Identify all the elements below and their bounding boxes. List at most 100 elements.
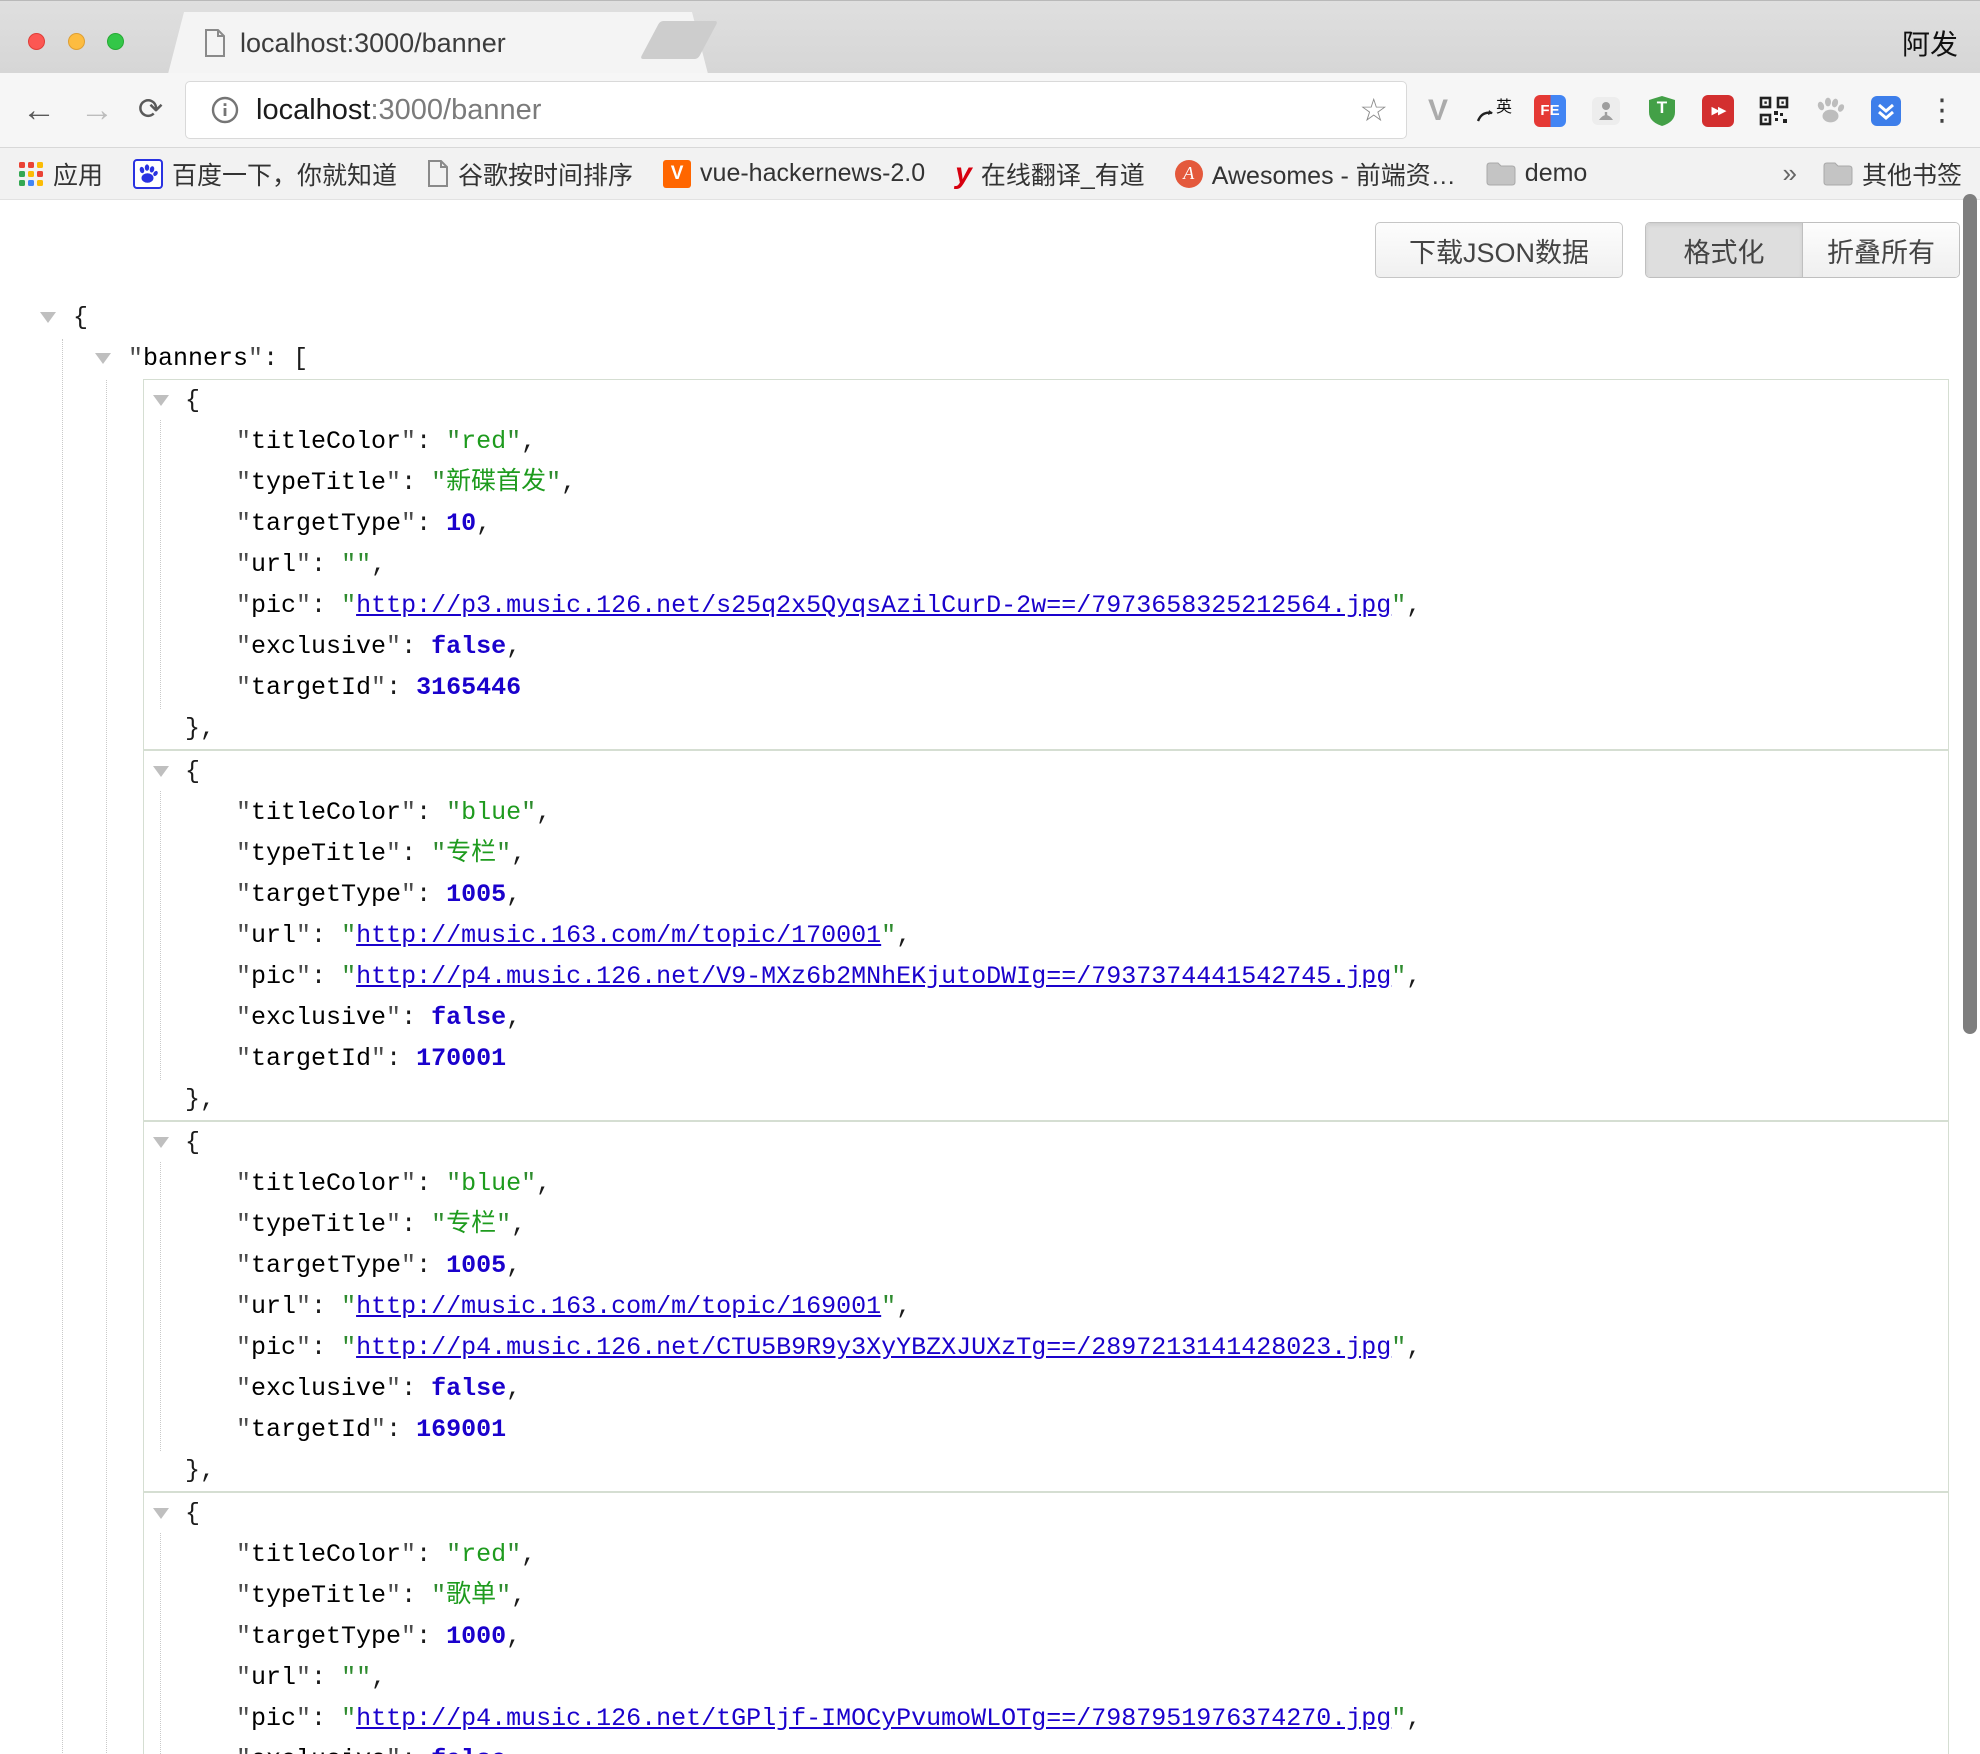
- json-line: {: [144, 751, 1948, 792]
- json-token: ": [296, 921, 311, 950]
- json-url-link[interactable]: http://p4.music.126.net/tGPljf-IMOCyPvum…: [356, 1704, 1391, 1733]
- json-line: "typeTitle": "专栏",: [144, 1204, 1948, 1245]
- json-token: :: [311, 1292, 341, 1321]
- bookmark-vue-hackernews[interactable]: V vue-hackernews-2.0: [663, 159, 925, 188]
- page-info-icon[interactable]: [210, 95, 240, 125]
- profile-name[interactable]: 阿发: [1902, 23, 1958, 63]
- vue-devtools-icon[interactable]: V: [1420, 93, 1456, 129]
- json-token: :: [416, 1169, 446, 1198]
- bookmark-youdao[interactable]: y 在线翻译_有道: [955, 156, 1145, 192]
- json-viewer: {"banners": [{"titleColor": "red","typeT…: [0, 297, 1980, 1754]
- json-token: ": [236, 673, 251, 702]
- person-gray-icon[interactable]: [1588, 93, 1624, 129]
- json-line: {: [144, 380, 1948, 421]
- json-token: [: [293, 344, 308, 373]
- qrcode-icon[interactable]: [1756, 93, 1792, 129]
- json-token: ,: [521, 427, 536, 456]
- back-button-icon[interactable]: ←: [22, 89, 56, 131]
- json-token: targetType: [251, 509, 401, 538]
- folder-icon: [1486, 162, 1516, 186]
- json-token: :: [416, 880, 446, 909]
- bookmark-label: Awesomes - 前端资…: [1212, 156, 1456, 192]
- json-token: ": [371, 673, 386, 702]
- awesomes-icon: A: [1175, 160, 1203, 188]
- zoom-window-button[interactable]: [107, 33, 124, 50]
- fe-extension-icon[interactable]: FE: [1532, 93, 1568, 129]
- json-token: ": [236, 427, 251, 456]
- json-url-link[interactable]: http://p4.music.126.net/V9-MXz6b2MNhEKju…: [356, 962, 1391, 991]
- tampermonkey-shield-icon[interactable]: T: [1644, 93, 1680, 129]
- bookmark-baidu[interactable]: 百度一下，你就知道: [133, 156, 397, 192]
- json-token: ": [1391, 962, 1406, 991]
- json-url-link[interactable]: http://p3.music.126.net/s25q2x5QyqsAzilC…: [356, 591, 1391, 620]
- json-token: ": [446, 1540, 461, 1569]
- url-text[interactable]: localhost:3000/banner: [256, 94, 541, 127]
- bookmark-star-icon[interactable]: ☆: [1359, 91, 1388, 129]
- browser-tab[interactable]: localhost:3000/banner ×: [168, 12, 708, 74]
- json-token: titleColor: [251, 427, 401, 456]
- bookmark-google-sort[interactable]: 谷歌按时间排序: [427, 156, 633, 192]
- json-token: ": [401, 1169, 416, 1198]
- json-token: ,: [561, 468, 576, 497]
- json-token: false: [431, 1745, 506, 1754]
- json-line: },: [144, 1079, 1948, 1120]
- json-token: pic: [251, 591, 296, 620]
- json-token: ": [296, 1333, 311, 1362]
- address-bar[interactable]: localhost:3000/banner ☆: [185, 81, 1407, 139]
- json-token: :: [416, 1622, 446, 1651]
- json-url-link[interactable]: http://p4.music.126.net/CTU5B9R9y3XyYBZX…: [356, 1333, 1391, 1362]
- download-json-button[interactable]: 下载JSON数据: [1375, 222, 1623, 278]
- json-line: "typeTitle": "新碟首发",: [144, 462, 1948, 503]
- browser-menu-icon[interactable]: ⋮: [1924, 93, 1960, 129]
- json-token: url: [251, 550, 296, 579]
- json-token: ": [236, 1415, 251, 1444]
- json-token: ,: [1406, 1333, 1421, 1362]
- json-token: titleColor: [251, 1169, 401, 1198]
- apps-shortcut[interactable]: 应用: [18, 156, 103, 192]
- collapse-toggle-icon[interactable]: [153, 395, 169, 406]
- video-speed-icon[interactable]: ▶▶: [1700, 93, 1736, 129]
- translate-icon[interactable]: 英: [1476, 93, 1512, 129]
- collapse-toggle-icon[interactable]: [153, 1137, 169, 1148]
- vertical-scrollbar-thumb[interactable]: [1963, 194, 1977, 1034]
- collapse-toggle-icon[interactable]: [40, 312, 56, 323]
- collapse-toggle-icon[interactable]: [153, 766, 169, 777]
- close-window-button[interactable]: [28, 33, 45, 50]
- json-token: :: [311, 591, 341, 620]
- collapse-all-button[interactable]: 折叠所有: [1802, 223, 1959, 277]
- json-token: ": [386, 1581, 401, 1610]
- json-token: ": [236, 798, 251, 827]
- json-token: ": [431, 1210, 446, 1239]
- json-token: ": [446, 798, 461, 827]
- json-line: "titleColor": "red",: [144, 421, 1948, 462]
- minimize-window-button[interactable]: [68, 33, 85, 50]
- bookmarks-bar: 应用 百度一下，你就知道 谷歌按时间排序: [0, 148, 1980, 200]
- bookmarks-overflow-chevron[interactable]: »: [1783, 158, 1797, 189]
- json-token: :: [401, 1374, 431, 1403]
- json-token: targetType: [251, 880, 401, 909]
- bookmark-folder-demo[interactable]: demo: [1486, 159, 1588, 188]
- json-token: ,: [506, 632, 521, 661]
- json-token: ": [236, 1169, 251, 1198]
- tab-title: localhost:3000/banner: [240, 28, 506, 59]
- json-token: blue: [461, 798, 521, 827]
- reload-button-icon[interactable]: ⟳: [138, 89, 163, 131]
- bookmark-awesomes[interactable]: A Awesomes - 前端资…: [1175, 156, 1456, 192]
- format-button[interactable]: 格式化: [1646, 223, 1802, 277]
- vue-hn-icon: V: [663, 160, 691, 188]
- collapse-toggle-icon[interactable]: [95, 353, 111, 364]
- json-token: ": [341, 1663, 356, 1692]
- other-bookmarks-folder[interactable]: 其他书签: [1823, 156, 1962, 192]
- paw-icon[interactable]: [1812, 93, 1848, 129]
- json-line: "targetType": 1000,: [144, 1616, 1948, 1657]
- json-line: {: [144, 1493, 1948, 1534]
- json-url-link[interactable]: http://music.163.com/m/topic/169001: [356, 1292, 881, 1321]
- page-favicon-icon: [204, 29, 226, 57]
- collapse-toggle-icon[interactable]: [153, 1508, 169, 1519]
- download-manager-icon[interactable]: [1868, 93, 1904, 129]
- json-token: {: [185, 386, 200, 415]
- json-token: ": [236, 880, 251, 909]
- json-token: ,: [536, 798, 551, 827]
- json-line: "url": "",: [144, 544, 1948, 585]
- json-url-link[interactable]: http://music.163.com/m/topic/170001: [356, 921, 881, 950]
